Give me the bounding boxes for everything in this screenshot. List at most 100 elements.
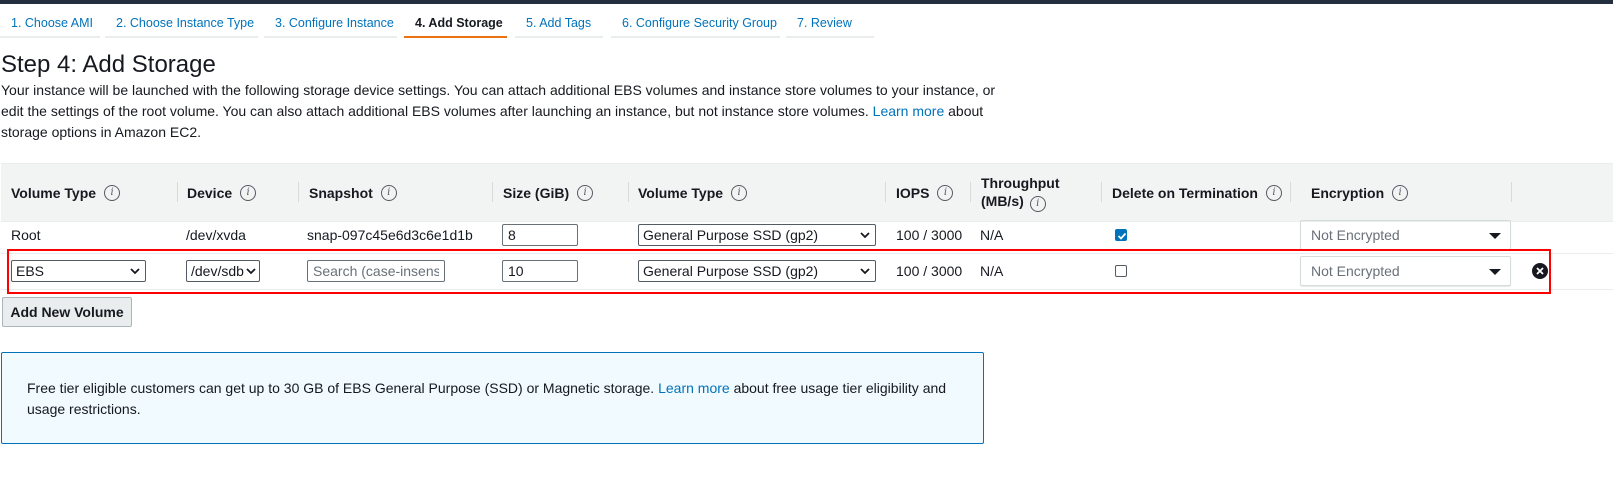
- info-icon[interactable]: i: [240, 184, 257, 201]
- encryption-select[interactable]: Not Encrypted: [1300, 220, 1511, 250]
- free-tier-text: Free tier eligible customers can get up …: [27, 380, 655, 396]
- cell-volume-type: Root: [11, 227, 41, 243]
- delete-on-termination-checkbox[interactable]: [1115, 265, 1127, 277]
- learn-more-link[interactable]: Learn more: [658, 380, 730, 396]
- chevron-down-icon: [860, 232, 870, 239]
- header-label: Volume Type: [11, 184, 97, 201]
- cell-volume-type: EBS: [11, 253, 146, 289]
- header-delete-on-termination: Delete on Termination i: [1101, 164, 1282, 221]
- column-separator: [492, 182, 493, 202]
- info-icon[interactable]: i: [380, 184, 397, 201]
- cell-throughput: N/A: [980, 263, 1004, 279]
- cell-device: /dev/sdb: [186, 253, 260, 289]
- info-icon[interactable]: i: [937, 184, 954, 201]
- cell-delete-on-termination: [1115, 253, 1127, 289]
- header-label: Encryption: [1311, 184, 1385, 201]
- top-navigation-bar: [0, 0, 1613, 4]
- checkmark-icon: [1117, 232, 1127, 240]
- header-label-unit: (MB/s): [981, 192, 1024, 209]
- cell-throughput: N/A: [980, 227, 1004, 243]
- info-icon[interactable]: i: [731, 184, 748, 201]
- column-separator: [628, 182, 629, 202]
- tab-choose-ami[interactable]: 1. Choose AMI: [0, 10, 100, 38]
- tab-label: 1. Choose AMI: [11, 16, 93, 30]
- tab-label: 7. Review: [797, 16, 852, 30]
- chevron-down-icon: [246, 268, 256, 275]
- size-input[interactable]: [502, 224, 578, 246]
- volume-type-select[interactable]: General Purpose SSD (gp2): [638, 224, 876, 246]
- size-input[interactable]: [502, 260, 578, 282]
- volume-type-select[interactable]: General Purpose SSD (gp2): [638, 260, 876, 282]
- select-value: General Purpose SSD (gp2): [643, 263, 819, 279]
- cell-snapshot: snap-097c45e6d3c6e1d1b: [307, 227, 473, 243]
- tab-label: 6. Configure Security Group: [622, 16, 777, 30]
- description-text: Your instance will be launched with the …: [1, 82, 996, 119]
- info-icon[interactable]: i: [104, 184, 121, 201]
- table-row: EBS /dev/sdb General Purpose SSD (gp2) 1…: [1, 253, 1613, 290]
- header-label: IOPS: [896, 184, 930, 201]
- tab-label: 2. Choose Instance Type: [116, 16, 255, 30]
- header-device: Device i: [177, 164, 257, 221]
- header-ebs-volume-type: Volume Type i: [628, 164, 748, 221]
- learn-more-link[interactable]: Learn more: [873, 103, 945, 119]
- cell-size: [502, 217, 578, 253]
- tab-configure-security-group[interactable]: 6. Configure Security Group: [611, 10, 780, 38]
- tab-add-tags[interactable]: 5. Add Tags: [515, 10, 603, 38]
- info-icon[interactable]: i: [1265, 184, 1282, 201]
- chevron-down-icon: [860, 268, 870, 275]
- cell-ebs-volume-type: General Purpose SSD (gp2): [638, 253, 876, 289]
- free-tier-message: Free tier eligible customers can get up …: [27, 378, 957, 420]
- caret-down-icon: [1489, 233, 1501, 239]
- column-separator: [970, 182, 971, 202]
- cell-delete-on-termination: [1115, 217, 1127, 253]
- tab-label: 4. Add Storage: [415, 16, 503, 30]
- table-row: Root /dev/xvda snap-097c45e6d3c6e1d1b Ge…: [1, 217, 1613, 254]
- header-label: Delete on Termination: [1112, 184, 1258, 201]
- snapshot-search-input[interactable]: [307, 260, 445, 282]
- info-icon[interactable]: i: [1029, 195, 1046, 212]
- column-separator: [1101, 182, 1102, 202]
- free-tier-info-box: Free tier eligible customers can get up …: [1, 352, 984, 444]
- cell-size: [502, 253, 578, 289]
- page-description: Your instance will be launched with the …: [1, 80, 1001, 143]
- tab-review[interactable]: 7. Review: [786, 10, 874, 38]
- header-label: Size (GiB): [503, 184, 570, 201]
- tab-add-storage[interactable]: 4. Add Storage: [404, 10, 507, 38]
- tab-configure-instance[interactable]: 3. Configure Instance: [264, 10, 397, 38]
- cell-snapshot: [307, 253, 445, 289]
- header-label: Volume Type: [638, 184, 724, 201]
- select-value: General Purpose SSD (gp2): [643, 227, 819, 243]
- add-new-volume-button[interactable]: Add New Volume: [2, 297, 132, 327]
- info-icon[interactable]: i: [1392, 184, 1409, 201]
- select-value: Not Encrypted: [1311, 263, 1400, 279]
- cell-encryption: Not Encrypted: [1300, 253, 1511, 289]
- table-header: Volume Type i Device i Snapshot i Size (…: [1, 163, 1613, 222]
- header-throughput: Throughput (MB/s) i: [970, 164, 1060, 221]
- encryption-select[interactable]: Not Encrypted: [1300, 256, 1511, 286]
- chevron-down-icon: [130, 268, 140, 275]
- device-select[interactable]: /dev/sdb: [186, 260, 260, 282]
- remove-volume-icon[interactable]: [1532, 263, 1548, 279]
- cell-iops: 100 / 3000: [896, 227, 963, 243]
- volume-type-select[interactable]: EBS: [11, 260, 146, 282]
- column-separator: [177, 182, 178, 202]
- header-iops: IOPS i: [885, 164, 954, 221]
- tab-label: 3. Configure Instance: [275, 16, 394, 30]
- header-snapshot: Snapshot i: [298, 164, 397, 221]
- cell-remove: [1532, 253, 1548, 289]
- column-separator: [885, 182, 886, 202]
- header-encryption: Encryption i: [1290, 164, 1409, 221]
- select-value: Not Encrypted: [1311, 227, 1400, 243]
- cell-device: /dev/xvda: [186, 227, 246, 243]
- header-label: Throughput: [981, 174, 1060, 191]
- header-label: Device: [187, 184, 233, 201]
- page-title: Step 4: Add Storage: [1, 51, 216, 78]
- delete-on-termination-checkbox[interactable]: [1115, 229, 1127, 241]
- cell-iops: 100 / 3000: [896, 263, 963, 279]
- cell-encryption: Not Encrypted: [1300, 217, 1511, 253]
- tab-choose-instance-type[interactable]: 2. Choose Instance Type: [105, 10, 258, 38]
- header-label: Snapshot: [309, 184, 373, 201]
- tab-label: 5. Add Tags: [526, 16, 592, 30]
- info-icon[interactable]: i: [577, 184, 594, 201]
- select-value: EBS: [16, 263, 45, 279]
